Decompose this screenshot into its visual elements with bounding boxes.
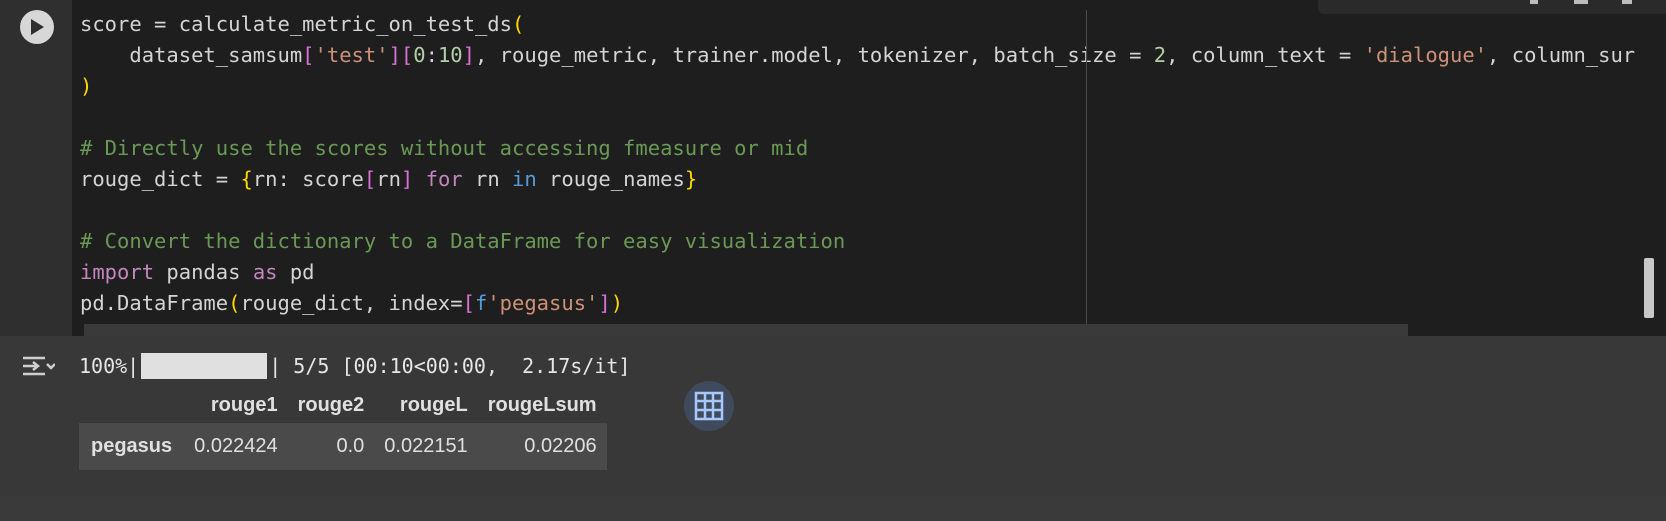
progress-stats: | 5/5 [00:10<00:00, 2.17s/it] [269,354,631,378]
toolbar-icon[interactable] [1530,0,1538,4]
code-token: # Directly use the scores without access… [80,136,809,160]
notebook-cell: score = calculate_metric_on_test_ds( dat… [0,0,1666,521]
code-token: as [252,260,278,284]
column-header: rougeL [399,394,468,416]
progress-percent: 100%| [79,354,140,378]
cell-gutter [0,0,72,336]
toolbar-icon[interactable] [1574,0,1588,4]
code-token: , rouge_metric, trainer.model, tokenizer… [474,43,1154,67]
code-line[interactable]: # Convert the dictionary to a DataFrame … [80,229,845,253]
code-token: ) [610,291,624,315]
dataframe-table: rouge1 rouge2 rougeL rougeLsum pegasus 0… [79,388,607,470]
code-token: 'test' [314,43,389,67]
cell-footer [0,496,1666,521]
code-token: : [425,43,438,67]
code-editor[interactable]: score = calculate_metric_on_test_ds( dat… [72,0,1666,336]
dataframe-output: rouge1 rouge2 rougeL rougeLsum pegasus 0… [79,388,607,470]
code-token: f [474,291,488,315]
code-token: ( [511,12,525,36]
code-token: ] [462,43,475,67]
code-token: for [425,167,463,191]
code-token: [ [363,167,377,191]
code-token: ] [598,291,611,315]
toolbar-icon[interactable] [1622,0,1632,4]
code-token: , column_text = [1166,43,1364,67]
code-line[interactable]: ) [80,74,92,98]
play-icon [31,19,44,35]
code-token: rouge_dict = [80,167,241,191]
table-cell: 0.0 [336,435,365,457]
code-token: rn [462,167,513,191]
code-token: [ [302,43,315,67]
code-token: in [512,167,537,191]
horizontal-scrollbar[interactable] [84,324,1408,336]
interactive-table-button[interactable] [684,381,734,431]
code-token: rn [376,167,401,191]
code-token: { [240,167,253,191]
table-icon [694,391,724,421]
vertical-scrollbar-thumb[interactable] [1644,258,1654,318]
code-line[interactable]: score = calculate_metric_on_test_ds( [80,12,524,36]
code-token: ( [228,291,241,315]
progress-output: 100%| | 5/5 [00:10<00:00, 2.17s/it] [79,352,630,380]
column-header: rouge1 [210,394,278,416]
code-token: } [684,167,698,191]
code-line[interactable]: rouge_dict = {rn: score[rn] for rn in ro… [80,167,697,191]
code-token: ) [80,74,93,98]
row-index: pegasus [91,435,173,457]
table-row: pegasus 0.022424 0.0 0.022151 0.02206 [79,423,607,470]
code-token: dataset_samsum [80,43,303,67]
code-token: ] [388,43,401,67]
code-line[interactable]: dataset_samsum['test'][0:10], rouge_metr… [80,43,1635,67]
run-cell-button[interactable] [20,10,54,44]
code-token: rn: score [252,167,364,191]
code-token: pd [277,260,315,284]
dataframe-header-row: rouge1 rouge2 rougeL rougeLsum [79,388,607,423]
code-line[interactable]: # Directly use the scores without access… [80,136,808,160]
output-collapse-icon [23,356,55,376]
code-token: score = calculate_metric_on_test_ds [80,12,512,36]
editor-ruler [1086,10,1087,336]
code-token: 'pegasus' [487,291,599,315]
code-token: import [80,260,155,284]
column-header: rouge2 [297,394,365,416]
code-token: ] [400,167,414,191]
code-token: rouge_names [536,167,685,191]
cell-toolbar [1318,0,1666,14]
code-token: , column_sur [1487,43,1636,67]
progress-bar [141,353,268,379]
code-token: [ [462,291,475,315]
code-token: 0 [413,43,426,67]
code-token: pandas [154,260,253,284]
code-token: 10 [437,43,463,67]
code-token: [ [400,43,414,67]
column-header: rougeLsum [487,394,597,416]
code-token: 'dialogue' [1363,43,1488,67]
code-token: pd.DataFrame [80,291,229,315]
table-cell: 0.022151 [384,435,468,457]
code-token: 2 [1153,43,1167,67]
table-cell: 0.02206 [524,435,597,457]
index-header [79,388,184,423]
code-content[interactable]: score = calculate_metric_on_test_ds( dat… [80,9,1635,319]
code-line[interactable]: import pandas as pd [80,260,315,284]
code-line[interactable]: pd.DataFrame(rouge_dict, index=[f'pegasu… [80,291,623,315]
code-token: # Convert the dictionary to a DataFrame … [80,229,846,253]
output-toggle[interactable] [20,352,56,380]
code-token: rouge_dict, index= [240,291,463,315]
table-cell: 0.022424 [194,435,278,457]
